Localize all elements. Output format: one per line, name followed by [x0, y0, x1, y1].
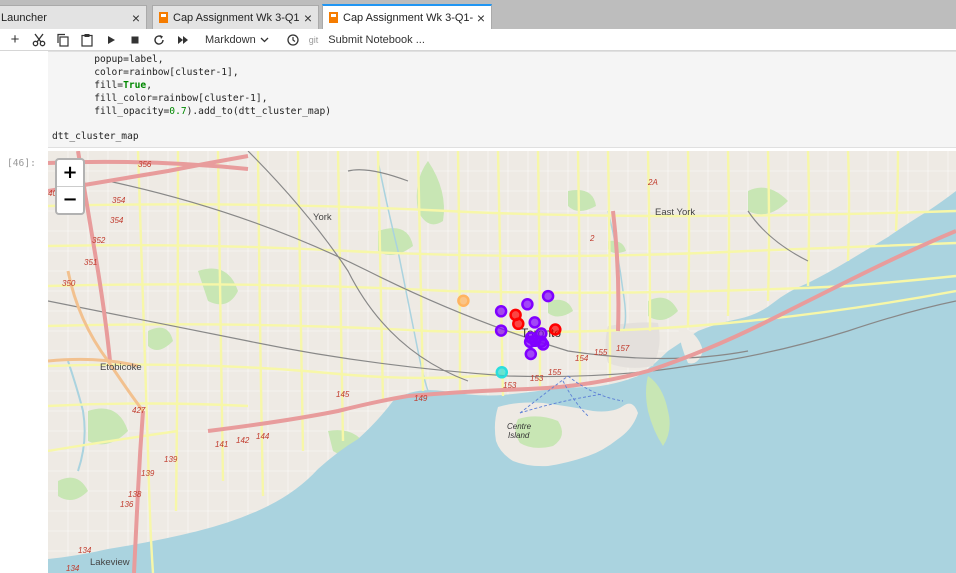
code-token: ,: [146, 80, 152, 91]
cluster-marker[interactable]: [512, 317, 525, 331]
scissors-icon: [32, 33, 46, 46]
code-cell[interactable]: popup=label, color=rainbow[cluster-1], f…: [48, 51, 956, 148]
tab-launcher[interactable]: Launcher ×: [0, 5, 147, 29]
code-number: 0.7: [169, 106, 187, 117]
cluster-marker[interactable]: [494, 324, 508, 337]
code-line: dtt_cluster_map: [52, 131, 139, 142]
code-token: fill=: [48, 80, 124, 91]
cluster-marker[interactable]: [524, 347, 538, 361]
notebook-icon: [329, 12, 338, 23]
cut-button[interactable]: [27, 30, 51, 50]
clock-icon: [287, 33, 299, 46]
clipboard-icon: [81, 33, 93, 47]
tab-label: Launcher: [1, 11, 47, 24]
cluster-marker[interactable]: [495, 366, 509, 379]
close-icon[interactable]: ×: [128, 10, 144, 26]
marker-layer: [457, 289, 562, 379]
cluster-marker[interactable]: [457, 294, 470, 307]
copy-button[interactable]: [51, 30, 75, 50]
code-line: fill_color=rainbow[cluster-1],: [48, 93, 268, 104]
tab-notebook-2[interactable]: Cap Assignment Wk 3-Q1-Q ×: [322, 4, 492, 29]
play-icon: [108, 35, 115, 44]
copy-icon: [57, 33, 69, 47]
cluster-marker[interactable]: [549, 323, 562, 336]
close-icon[interactable]: ×: [473, 10, 489, 26]
notebook-icon: [159, 12, 168, 23]
chevron-down-icon: [260, 37, 269, 42]
close-icon[interactable]: ×: [300, 10, 316, 26]
cell-type-select[interactable]: Markdown: [199, 30, 275, 50]
zoom-out-button[interactable]: −: [57, 187, 83, 213]
tab-bar: Launcher × Cap Assignment Wk 3-Q1-Q × Ca…: [0, 0, 956, 29]
history-button[interactable]: [281, 30, 305, 50]
notebook-toolbar: + Markdown git Submit Notebook ...: [0, 29, 956, 51]
code-line: fill_opacity=0.7).add_to(dtt_cluster_map…: [48, 106, 331, 117]
cluster-marker[interactable]: [521, 298, 534, 311]
code-line: popup=label,: [48, 54, 164, 65]
code-token: ).add_to(dtt_cluster_map): [186, 106, 332, 117]
code-keyword: True: [123, 80, 147, 91]
add-cell-button[interactable]: +: [3, 30, 27, 50]
git-label[interactable]: git: [305, 30, 323, 50]
run-all-button[interactable]: [171, 30, 195, 50]
run-button[interactable]: [99, 30, 123, 50]
refresh-icon: [154, 34, 164, 45]
code-line: color=rainbow[cluster-1],: [48, 67, 239, 78]
cluster-marker[interactable]: [536, 338, 550, 351]
cluster-marker[interactable]: [523, 335, 537, 349]
cluster-marker[interactable]: [528, 316, 541, 329]
paste-button[interactable]: [75, 30, 99, 50]
cluster-marker[interactable]: [541, 289, 555, 303]
cluster-marker[interactable]: [494, 305, 508, 318]
zoom-control: + −: [55, 158, 85, 215]
tab-notebook-1[interactable]: Cap Assignment Wk 3-Q1-Q ×: [152, 5, 319, 29]
code-token: fill_opacity=: [48, 106, 170, 117]
zoom-in-button[interactable]: +: [57, 160, 83, 187]
output-prompt: [46]:: [7, 158, 36, 169]
folium-map[interactable]: York East York Toronto Etobicoke Centre …: [48, 151, 956, 573]
stop-icon: [131, 36, 139, 43]
submit-notebook-button[interactable]: Submit Notebook ...: [322, 30, 431, 50]
code-line: fill=True,: [48, 80, 152, 91]
cell-type-value: Markdown: [205, 33, 256, 46]
tab-label: Cap Assignment Wk 3-Q1-Q: [343, 11, 473, 24]
interrupt-button[interactable]: [123, 30, 147, 50]
restart-button[interactable]: [147, 30, 171, 50]
tab-label: Cap Assignment Wk 3-Q1-Q: [173, 11, 300, 24]
fast-forward-icon: [178, 35, 188, 44]
